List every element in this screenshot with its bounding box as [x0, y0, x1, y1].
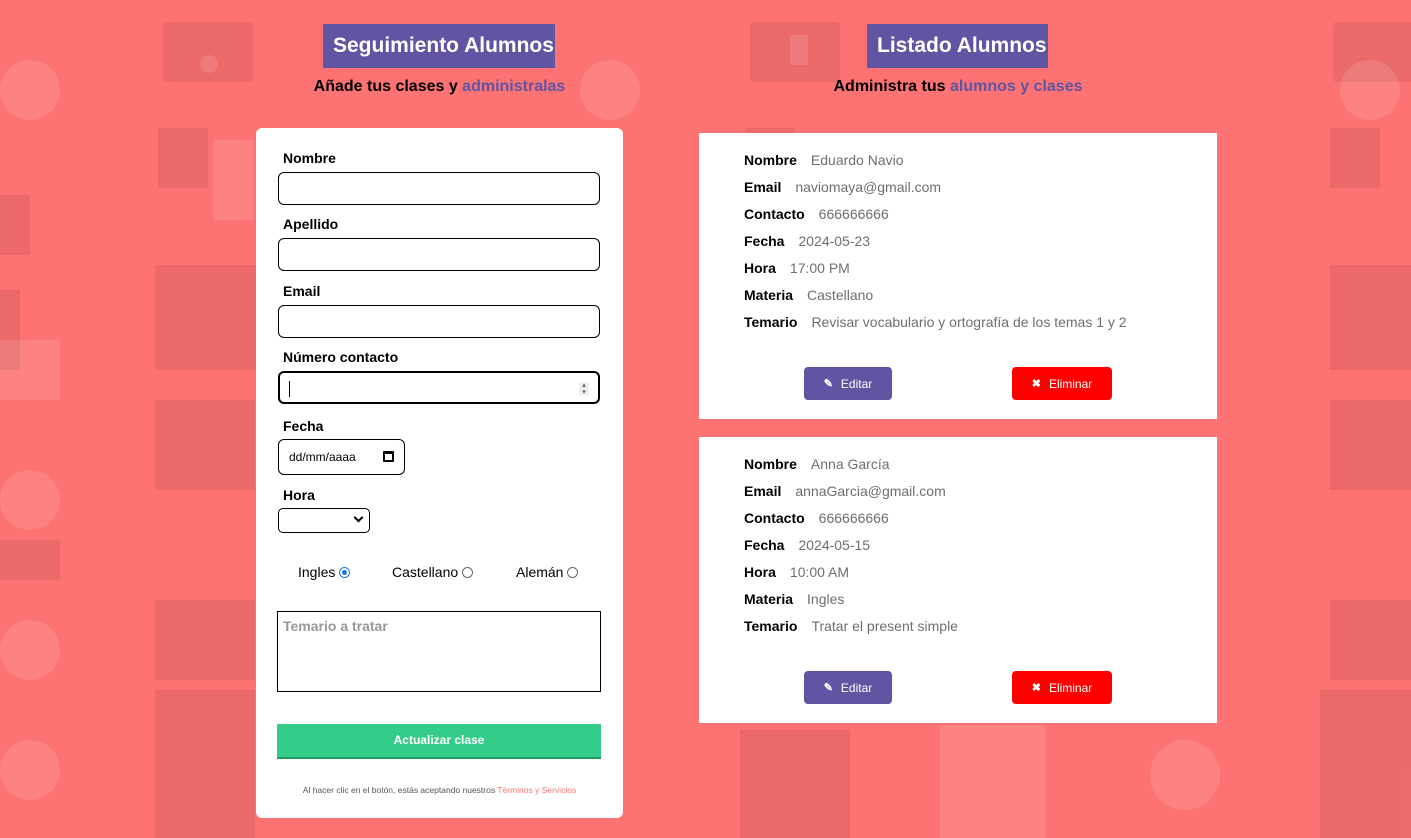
- contacto-label: Número contacto: [283, 349, 399, 365]
- delete-button[interactable]: ✖ Eliminar: [1012, 367, 1112, 400]
- form-title: Seguimiento Alumnos: [323, 24, 555, 68]
- radio-ingles-circle[interactable]: [339, 566, 351, 578]
- edit-button[interactable]: ✎ Editar: [804, 671, 892, 704]
- nombre-input[interactable]: [278, 172, 600, 205]
- info-email: Email annaGarcia@gmail.com: [744, 483, 946, 499]
- info-fecha: Fecha 2024-05-15: [744, 537, 870, 553]
- list-title: Listado Alumnos: [867, 24, 1048, 68]
- apellido-label: Apellido: [283, 216, 339, 232]
- number-spinner[interactable]: ▴ ▾: [579, 382, 589, 396]
- info-temario: Temario Tratar el present simple: [744, 618, 958, 634]
- info-key: Materia: [744, 591, 794, 607]
- info-nombre: Nombre Anna García: [744, 456, 890, 472]
- info-value: Tratar el present simple: [811, 618, 958, 634]
- info-key: Fecha: [744, 233, 785, 249]
- info-contacto: Contacto 666666666: [744, 510, 889, 526]
- info-key: Nombre: [744, 456, 797, 472]
- info-key: Email: [744, 179, 782, 195]
- info-value: annaGarcia@gmail.com: [795, 483, 946, 499]
- hora-label: Hora: [283, 487, 315, 503]
- close-icon: ✖: [1031, 378, 1041, 390]
- radio-ingles[interactable]: Ingles: [298, 564, 351, 580]
- info-key: Email: [744, 483, 782, 499]
- delete-button[interactable]: ✖ Eliminar: [1012, 671, 1112, 704]
- info-value: 10:00 AM: [789, 564, 850, 580]
- radio-aleman[interactable]: Alemán: [516, 564, 579, 580]
- radio-ingles-label: Ingles: [298, 564, 336, 580]
- nombre-label: Nombre: [283, 150, 336, 166]
- info-key: Nombre: [744, 152, 797, 168]
- info-hora: Hora 10:00 AM: [744, 564, 849, 580]
- calendar-icon[interactable]: [383, 451, 394, 462]
- text-caret: [289, 381, 290, 397]
- edit-label: Editar: [840, 376, 873, 391]
- list-subtitle-accent: alumnos y clases: [949, 78, 1083, 95]
- info-value: 666666666: [818, 206, 889, 222]
- chevron-down-icon: [353, 512, 364, 523]
- form-subtitle-accent: administralas: [462, 78, 566, 95]
- info-key: Hora: [744, 260, 776, 276]
- radio-castellano-circle[interactable]: [462, 566, 474, 578]
- info-contacto: Contacto 666666666: [744, 206, 889, 222]
- info-value: 2024-05-23: [798, 233, 871, 249]
- info-temario: Temario Revisar vocabulario y ortografía …: [744, 314, 1127, 330]
- terms-text: Al hacer clic en el botón, estás aceptan…: [302, 785, 498, 795]
- fecha-placeholder: dd/mm/aaaa: [289, 450, 356, 464]
- fecha-input[interactable]: dd/mm/aaaa: [278, 439, 405, 475]
- info-value: Ingles: [807, 591, 845, 607]
- info-key: Temario: [744, 314, 798, 330]
- temario-placeholder: Temario a tratar: [283, 618, 388, 634]
- info-value: 666666666: [818, 510, 889, 526]
- info-key: Fecha: [744, 537, 785, 553]
- terms-notice: Al hacer clic en el botón, estás aceptan…: [256, 785, 623, 795]
- form-subtitle: Añade tus clases y administralas: [256, 78, 623, 96]
- update-class-button[interactable]: Actualizar clase: [277, 724, 601, 757]
- info-nombre: Nombre Eduardo Navio: [744, 152, 904, 168]
- info-key: Contacto: [744, 206, 805, 222]
- info-hora: Hora 17:00 PM: [744, 260, 850, 276]
- radio-castellano-label: Castellano: [392, 564, 459, 580]
- radio-aleman-circle[interactable]: [567, 566, 579, 578]
- fecha-label: Fecha: [283, 418, 324, 434]
- delete-label: Eliminar: [1048, 680, 1093, 695]
- close-icon: ✖: [1031, 682, 1041, 694]
- class-form: Nombre Apellido Email Número contacto ▴ ▾…: [256, 128, 623, 818]
- apellido-input[interactable]: [278, 238, 600, 271]
- email-label: Email: [283, 283, 321, 299]
- temario-textarea[interactable]: Temario a tratar: [277, 611, 601, 692]
- student-card: Nombre Eduardo Navio Email naviomaya@gmail…: [699, 133, 1217, 419]
- info-value: 17:00 PM: [789, 260, 850, 276]
- pencil-icon: ✎: [823, 682, 833, 694]
- student-card: Nombre Anna García Email annaGarcia@gmail.…: [699, 437, 1217, 723]
- info-key: Temario: [744, 618, 798, 634]
- list-subtitle-text: Administra tus: [833, 78, 950, 95]
- email-input[interactable]: [278, 305, 600, 338]
- form-subtitle-text: Añade tus clases y: [313, 78, 463, 95]
- list-subtitle: Administra tus alumnos y clases: [700, 78, 1216, 96]
- info-value: Castellano: [807, 287, 874, 303]
- info-value: Anna García: [810, 456, 890, 472]
- radio-aleman-label: Alemán: [516, 564, 564, 580]
- info-fecha: Fecha 2024-05-23: [744, 233, 870, 249]
- pencil-icon: ✎: [823, 378, 833, 390]
- radio-castellano[interactable]: Castellano: [392, 564, 474, 580]
- info-email: Email naviomaya@gmail.com: [744, 179, 941, 195]
- info-key: Contacto: [744, 510, 805, 526]
- edit-label: Editar: [840, 680, 873, 695]
- info-value: Eduardo Navio: [810, 152, 904, 168]
- delete-label: Eliminar: [1048, 376, 1093, 391]
- terms-link[interactable]: Términos y Servicios: [497, 785, 576, 795]
- info-key: Hora: [744, 564, 776, 580]
- info-value: 2024-05-15: [798, 537, 871, 553]
- info-materia: Materia Castellano: [744, 287, 873, 303]
- hora-select[interactable]: [278, 508, 370, 533]
- info-value: naviomaya@gmail.com: [795, 179, 942, 195]
- info-value: Revisar vocabulario y ortografía de los …: [811, 314, 1127, 330]
- contacto-input[interactable]: ▴ ▾: [278, 371, 600, 404]
- info-materia: Materia Ingles: [744, 591, 844, 607]
- info-key: Materia: [744, 287, 794, 303]
- edit-button[interactable]: ✎ Editar: [804, 367, 892, 400]
